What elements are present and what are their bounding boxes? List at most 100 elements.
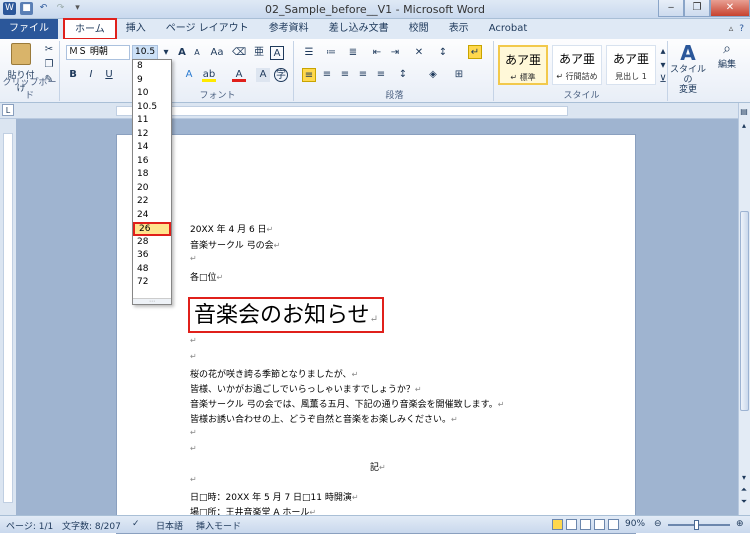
cut-icon[interactable]: ✂ [42, 43, 56, 57]
font-size-option[interactable]: 16 [133, 155, 171, 169]
char-border-icon[interactable]: A [270, 46, 284, 60]
font-size-option[interactable]: 10.5 [133, 101, 171, 115]
font-size-option[interactable]: 14 [133, 141, 171, 155]
vertical-ruler[interactable] [3, 133, 13, 503]
zoom-slider[interactable] [668, 524, 730, 526]
status-language[interactable]: 日本語 [156, 519, 183, 532]
tab-mailings[interactable]: 差し込み文書 [319, 19, 399, 39]
tab-review[interactable]: 校閲 [399, 19, 439, 39]
font-size-option[interactable]: 36 [133, 249, 171, 263]
web-layout-view-icon[interactable] [580, 519, 591, 530]
font-size-option[interactable]: 8 [133, 60, 171, 74]
minimize-ribbon-icon[interactable]: ▵ [729, 24, 734, 34]
chevron-down-icon[interactable]: ▾ [159, 46, 173, 60]
document-heading[interactable]: 音楽会のお知らせ↵ [188, 297, 384, 333]
font-size-option-highlighted[interactable]: 26 [133, 222, 171, 236]
tab-home[interactable]: ホーム [63, 18, 117, 40]
font-size-option[interactable]: 72 [133, 276, 171, 290]
line-spacing-icon[interactable]: ↕ [396, 68, 410, 82]
shading-icon[interactable]: ◈ [426, 68, 440, 82]
paragraph-group-label: 段落 [385, 91, 404, 101]
copy-icon[interactable]: ❐ [42, 58, 56, 72]
status-zoom[interactable]: 90% [625, 519, 645, 529]
vertical-scrollbar[interactable]: ▤ ▴ ▾ ⏶ ⏷ [738, 103, 750, 515]
zoom-slider-thumb[interactable] [694, 520, 699, 530]
line-text: 20XX 年 4 月 6 日 [190, 225, 267, 235]
increase-indent-icon[interactable]: ⇥ [388, 46, 402, 60]
align-left-icon[interactable]: ≡ [302, 68, 316, 82]
scroll-thumb[interactable] [740, 211, 749, 411]
align-center-icon[interactable]: ≡ [320, 68, 334, 82]
zoom-in-icon[interactable]: ⊕ [736, 519, 744, 529]
style-heading-1[interactable]: あア亜 見出し 1 [606, 45, 656, 85]
font-size-option[interactable]: 18 [133, 168, 171, 182]
bold-icon[interactable]: B [66, 68, 80, 82]
resize-grip-icon[interactable]: ⋯ [133, 298, 171, 305]
tab-insert[interactable]: 挿入 [116, 19, 156, 39]
tab-acrobat[interactable]: Acrobat [479, 19, 538, 39]
full-screen-view-icon[interactable] [566, 519, 577, 530]
underline-icon[interactable]: U [102, 68, 116, 82]
tab-references[interactable]: 参考資料 [259, 19, 319, 39]
enclose-char-icon[interactable]: 字 [274, 68, 288, 82]
editing-button[interactable]: ⌕ 編集 [712, 41, 742, 70]
sort-icon[interactable]: ↕ [436, 46, 450, 60]
status-page[interactable]: ページ: 1/1 [6, 519, 53, 532]
phonetic-guide-icon[interactable]: 亜 [252, 46, 266, 60]
grow-font-icon[interactable]: A [175, 46, 189, 60]
tab-page-layout[interactable]: ページ レイアウト [156, 19, 259, 39]
outline-view-icon[interactable] [594, 519, 605, 530]
clear-format-icon[interactable]: ⌫ [232, 46, 246, 60]
multilevel-list-icon[interactable]: ≣ [346, 46, 360, 60]
close-button[interactable]: ✕ [710, 0, 750, 17]
align-right-icon[interactable]: ≡ [338, 68, 352, 82]
font-size-option[interactable]: 9 [133, 74, 171, 88]
asian-layout-icon[interactable]: ✕ [412, 46, 426, 60]
font-color-icon[interactable]: A [232, 68, 246, 82]
status-word-count[interactable]: 文字数: 8/207 [62, 519, 121, 532]
distributed-icon[interactable]: ≡ [374, 68, 388, 82]
font-size-option[interactable]: 11 [133, 114, 171, 128]
bullets-icon[interactable]: ☰ [302, 46, 316, 60]
char-shading-icon[interactable]: A [256, 68, 270, 82]
font-size-option[interactable]: 10 [133, 87, 171, 101]
font-size-box[interactable]: 10.5 [132, 45, 158, 60]
font-size-option[interactable]: 48 [133, 263, 171, 277]
font-size-option[interactable]: 12 [133, 128, 171, 142]
proofing-icon[interactable]: ✓ [132, 519, 140, 529]
tab-selector-icon[interactable]: L [2, 104, 14, 116]
highlight-icon[interactable]: ab [202, 68, 216, 82]
change-case-icon[interactable]: Aa [210, 46, 224, 60]
zoom-out-icon[interactable]: ⊖ [654, 519, 662, 529]
font-size-option[interactable]: 24 [133, 209, 171, 223]
change-styles-button[interactable]: A スタイルの 変更 [668, 41, 708, 95]
print-layout-view-icon[interactable] [552, 519, 563, 530]
tab-view[interactable]: 表示 [439, 19, 479, 39]
style-no-spacing[interactable]: あア亜 ↵ 行間詰め [552, 45, 602, 85]
draft-view-icon[interactable] [608, 519, 619, 530]
status-insert-mode[interactable]: 挿入モード [196, 519, 241, 532]
justify-icon[interactable]: ≡ [356, 68, 370, 82]
ruler-toggle-icon[interactable]: ▤ [738, 105, 750, 119]
maximize-button[interactable]: ❐ [684, 0, 710, 17]
font-size-option[interactable]: 22 [133, 195, 171, 209]
style-normal[interactable]: あア亜 ↵ 標準 [498, 45, 548, 85]
decrease-indent-icon[interactable]: ⇤ [370, 46, 384, 60]
font-size-option[interactable]: 28 [133, 236, 171, 250]
show-marks-icon[interactable]: ↵ [468, 45, 482, 59]
numbering-icon[interactable]: ≔ [324, 46, 338, 60]
next-page-icon[interactable]: ⏷ [738, 495, 750, 509]
tab-file[interactable]: ファイル [0, 19, 58, 39]
help-icon[interactable]: ? [739, 24, 744, 34]
font-size-option[interactable]: 20 [133, 182, 171, 196]
scroll-up-arrow-icon[interactable]: ▴ [738, 119, 750, 133]
line-text: 日□時：20XX 年 5 月 7 日□11 時開演 [190, 493, 352, 503]
minimize-button[interactable]: ‒ [658, 0, 684, 17]
font-name-box[interactable]: ＭＳ 明朝 [66, 45, 130, 60]
text-effects-icon[interactable]: A [182, 68, 196, 82]
italic-icon[interactable]: I [84, 68, 98, 82]
clipboard-icon [11, 43, 31, 65]
horizontal-ruler[interactable] [116, 106, 568, 116]
shrink-font-icon[interactable]: A [190, 46, 204, 60]
borders-icon[interactable]: ⊞ [452, 68, 466, 82]
